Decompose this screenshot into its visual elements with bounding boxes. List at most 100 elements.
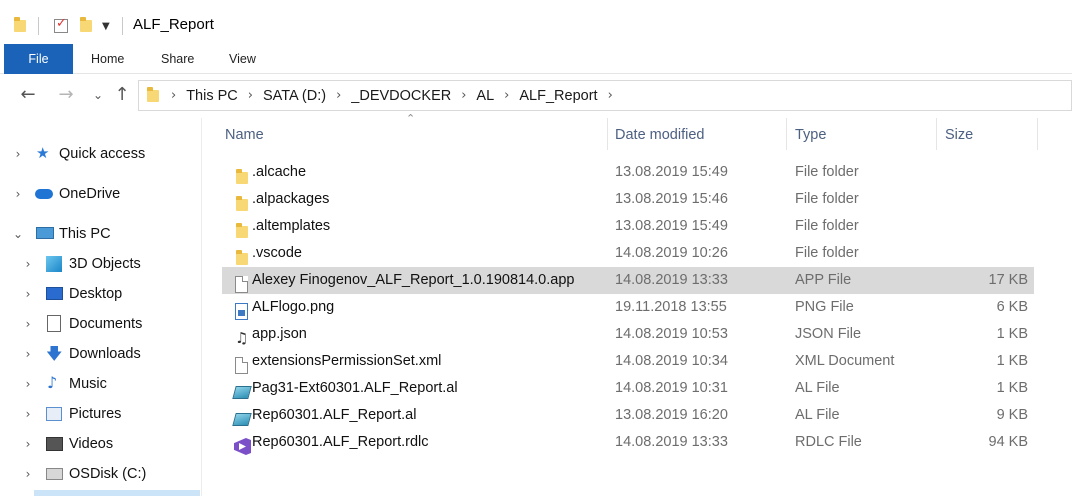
column-header-type[interactable]: Type — [795, 118, 826, 152]
file-row[interactable]: Rep60301.ALF_Report.rdlc 14.08.2019 13:3… — [222, 429, 1034, 456]
address-bar[interactable]: › This PC › SATA (D:) › _DEVDOCKER › AL … — [138, 80, 1072, 111]
file-row[interactable]: Pag31-Ext60301.ALF_Report.al 14.08.2019 … — [222, 375, 1034, 402]
separator — [38, 14, 39, 38]
column-divider[interactable] — [786, 118, 787, 150]
file-size: 9 KB — [996, 407, 1028, 423]
chevron-right-icon[interactable]: › — [171, 88, 176, 103]
sidebar-item-label: Documents — [69, 316, 143, 332]
file-type: XML Document — [795, 353, 895, 369]
column-header-size[interactable]: Size — [945, 118, 973, 152]
sidebar-item-downloads[interactable]: › 🡇 Downloads — [0, 339, 202, 369]
sidebar-item-onedrive[interactable]: › OneDrive — [0, 179, 202, 209]
file-size: 1 KB — [996, 326, 1028, 342]
file-size: 1 KB — [996, 353, 1028, 369]
column-header-date-modified[interactable]: Date modified — [615, 118, 704, 152]
file-name: app.json — [252, 326, 307, 342]
breadcrumb-al[interactable]: AL — [476, 88, 494, 104]
al-file-icon — [228, 407, 252, 426]
chevron-right-icon[interactable]: › — [22, 347, 34, 361]
forward-arrow-icon[interactable]: → — [54, 82, 78, 108]
chevron-right-icon[interactable]: › — [336, 88, 341, 103]
tab-share[interactable]: Share — [161, 44, 194, 74]
folder-icon — [228, 245, 248, 265]
navigation-pane: › ★ Quick access › OneDrive ⌄ This PC › … — [0, 118, 202, 496]
file-type: File folder — [795, 191, 859, 207]
new-folder-icon[interactable] — [80, 14, 92, 38]
file-row[interactable]: .alcache 13.08.2019 15:49 File folder — [222, 159, 1034, 186]
pictures-icon — [46, 407, 64, 423]
chevron-right-icon[interactable]: › — [461, 88, 466, 103]
star-icon: ★ — [36, 144, 50, 162]
recent-locations-chevron-icon[interactable]: ⌄ — [86, 82, 110, 108]
cloud-icon — [35, 189, 53, 205]
chevron-right-icon[interactable]: › — [22, 437, 34, 451]
column-header-name[interactable]: Name — [225, 118, 264, 152]
sidebar-item-osdisk[interactable]: › OSDisk (C:) — [0, 459, 202, 489]
file-row[interactable]: .vscode 14.08.2019 10:26 File folder — [222, 240, 1034, 267]
chevron-right-icon[interactable]: › — [12, 187, 24, 201]
column-divider[interactable] — [607, 118, 608, 150]
column-divider[interactable] — [936, 118, 937, 150]
json-file-icon: ♫ — [235, 329, 249, 347]
ribbon-tabs: File Home Share View — [0, 44, 1072, 74]
file-name: .vscode — [252, 245, 302, 261]
chevron-right-icon[interactable]: › — [12, 147, 24, 161]
file-row[interactable]: ALFlogo.png 19.11.2018 13:55 PNG File 6 … — [222, 294, 1034, 321]
file-row[interactable]: ♫ app.json 14.08.2019 10:53 JSON File 1 … — [222, 321, 1034, 348]
breadcrumb-alf-report[interactable]: ALF_Report — [519, 88, 597, 104]
breadcrumb-this-pc[interactable]: This PC — [186, 88, 238, 104]
file-name: Rep60301.ALF_Report.al — [252, 407, 417, 423]
file-name: .altemplates — [252, 218, 331, 234]
file-type: File folder — [795, 164, 859, 180]
file-row[interactable]: .alpackages 13.08.2019 15:46 File folder — [222, 186, 1034, 213]
folder-icon — [14, 14, 26, 38]
chevron-down-icon[interactable]: ⌄ — [12, 227, 24, 241]
file-name: Rep60301.ALF_Report.rdlc — [252, 434, 429, 450]
sidebar-item-this-pc[interactable]: ⌄ This PC — [0, 219, 202, 249]
chevron-right-icon[interactable]: › — [608, 88, 613, 103]
sidebar-item-3d-objects[interactable]: › 3D Objects — [0, 249, 202, 279]
file-size: 17 KB — [988, 272, 1029, 288]
sidebar-item-label: Pictures — [69, 406, 122, 422]
sidebar-item-pictures[interactable]: › Pictures — [0, 399, 202, 429]
file-icon — [228, 353, 248, 374]
sidebar-item-videos[interactable]: › Videos — [0, 429, 202, 459]
sidebar-item-quick-access[interactable]: › ★ Quick access — [0, 139, 202, 169]
file-row-selected[interactable]: Alexey Finogenov_ALF_Report_1.0.190814.0… — [222, 267, 1034, 294]
breadcrumb-devdocker[interactable]: _DEVDOCKER — [351, 88, 451, 104]
tab-file[interactable]: File — [4, 44, 73, 74]
sidebar-item-documents[interactable]: › Documents — [0, 309, 202, 339]
sidebar-item-music[interactable]: › ♪ Music — [0, 369, 202, 399]
tab-view[interactable]: View — [229, 44, 256, 74]
file-row[interactable]: extensionsPermissionSet.xml 14.08.2019 1… — [222, 348, 1034, 375]
window-title: ALF_Report — [133, 16, 214, 33]
sidebar-item-label: Desktop — [69, 286, 123, 302]
selected-item-highlight — [34, 490, 200, 496]
file-type: AL File — [795, 380, 840, 396]
up-arrow-icon[interactable]: ↑ — [110, 82, 134, 108]
file-date: 13.08.2019 15:49 — [615, 218, 728, 234]
chevron-right-icon[interactable]: › — [22, 257, 34, 271]
back-arrow-icon[interactable]: ← — [16, 82, 40, 108]
tab-home[interactable]: Home — [91, 44, 124, 74]
chevron-right-icon[interactable]: › — [22, 467, 34, 481]
file-type: AL File — [795, 407, 840, 423]
chevron-right-icon[interactable]: › — [22, 287, 34, 301]
folder-icon — [147, 86, 159, 102]
file-row[interactable]: .altemplates 13.08.2019 15:49 File folde… — [222, 213, 1034, 240]
file-date: 14.08.2019 13:33 — [615, 272, 728, 288]
file-date: 19.11.2018 13:55 — [615, 299, 727, 315]
column-divider[interactable] — [1037, 118, 1038, 150]
chevron-right-icon[interactable]: › — [22, 317, 34, 331]
sidebar-item-desktop[interactable]: › Desktop — [0, 279, 202, 309]
chevron-right-icon[interactable]: › — [22, 407, 34, 421]
customize-toolbar-chevron-icon[interactable]: ▼ — [102, 14, 110, 38]
sidebar-item-label: OneDrive — [59, 186, 121, 202]
chevron-right-icon[interactable]: › — [22, 377, 34, 391]
chevron-right-icon[interactable]: › — [504, 88, 509, 103]
breadcrumb-sata-d[interactable]: SATA (D:) — [263, 88, 326, 104]
chevron-right-icon[interactable]: › — [248, 88, 253, 103]
file-type: PNG File — [795, 299, 854, 315]
properties-icon[interactable] — [54, 14, 68, 38]
file-row[interactable]: Rep60301.ALF_Report.al 13.08.2019 16:20 … — [222, 402, 1034, 429]
